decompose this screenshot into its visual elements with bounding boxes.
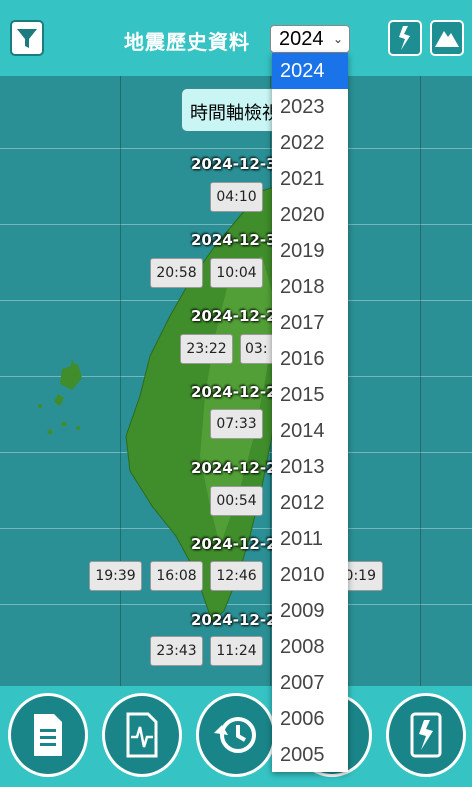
year-option-2016[interactable]: 2016	[272, 341, 348, 377]
year-option-2022[interactable]: 2022	[272, 125, 348, 161]
quake-time-button[interactable]: 07:33	[210, 409, 263, 439]
mountain-button[interactable]	[430, 20, 464, 56]
earthquake-icon	[399, 26, 410, 50]
year-option-2015[interactable]: 2015	[272, 377, 348, 413]
quake-time-button[interactable]: 11:24	[210, 636, 263, 666]
year-option-2007[interactable]: 2007	[272, 665, 348, 701]
mountain-icon	[435, 31, 459, 47]
year-option-2011[interactable]: 2011	[272, 521, 348, 557]
report-list-button[interactable]	[8, 693, 88, 777]
year-option-2009[interactable]: 2009	[272, 593, 348, 629]
filter-button[interactable]	[10, 20, 44, 56]
history-clock-icon	[214, 717, 256, 753]
quake-time-button[interactable]: 23:43	[150, 636, 203, 666]
year-option-2020[interactable]: 2020	[272, 197, 348, 233]
year-select-value: 2024	[279, 28, 324, 50]
timeline-view-label: 時間軸檢視	[190, 103, 280, 124]
year-select[interactable]: 2024 ⌄	[270, 25, 350, 53]
history-button[interactable]	[196, 693, 276, 777]
quake-report-button[interactable]	[386, 693, 466, 777]
year-option-2014[interactable]: 2014	[272, 413, 348, 449]
year-option-2008[interactable]: 2008	[272, 629, 348, 665]
year-option-2023[interactable]: 2023	[272, 89, 348, 125]
year-option-2005[interactable]: 2005	[272, 737, 348, 772]
quake-time-button[interactable]: 10:04	[210, 258, 263, 288]
quake-time-button[interactable]: 23:22	[180, 334, 233, 364]
quake-time-button[interactable]: 12:46	[210, 561, 263, 591]
quake-time-button[interactable]: 16:08	[150, 561, 203, 591]
year-option-2006[interactable]: 2006	[272, 701, 348, 737]
quake-time-button[interactable]: 00:54	[210, 486, 263, 516]
quake-report-icon	[410, 712, 442, 758]
page-title: 地震歷史資料	[124, 30, 250, 54]
year-option-2018[interactable]: 2018	[272, 269, 348, 305]
year-option-2021[interactable]: 2021	[272, 161, 348, 197]
year-option-2017[interactable]: 2017	[272, 305, 348, 341]
waveform-button[interactable]	[102, 693, 182, 777]
year-dropdown-list[interactable]: 2024 2023 2022 2021 2020 2019 2018 2017 2016 2015…	[272, 53, 348, 772]
timeline-view-button[interactable]: 時間軸檢視	[181, 88, 281, 132]
quake-time-button[interactable]: 20:58	[150, 258, 203, 288]
year-option-2010[interactable]: 2010	[272, 557, 348, 593]
year-option-2024[interactable]: 2024	[272, 53, 348, 89]
waveform-icon	[126, 712, 158, 758]
document-list-icon	[34, 714, 62, 756]
quake-time-button[interactable]: 03:	[240, 334, 272, 364]
quake-time-button[interactable]: 04:10	[210, 182, 263, 212]
earthquake-button[interactable]	[388, 20, 422, 56]
year-option-2019[interactable]: 2019	[272, 233, 348, 269]
quake-time-button[interactable]: 19:39	[89, 561, 142, 591]
filter-icon	[17, 29, 37, 48]
chevron-down-icon: ⌄	[332, 32, 343, 46]
year-option-2012[interactable]: 2012	[272, 485, 348, 521]
year-option-2013[interactable]: 2013	[272, 449, 348, 485]
